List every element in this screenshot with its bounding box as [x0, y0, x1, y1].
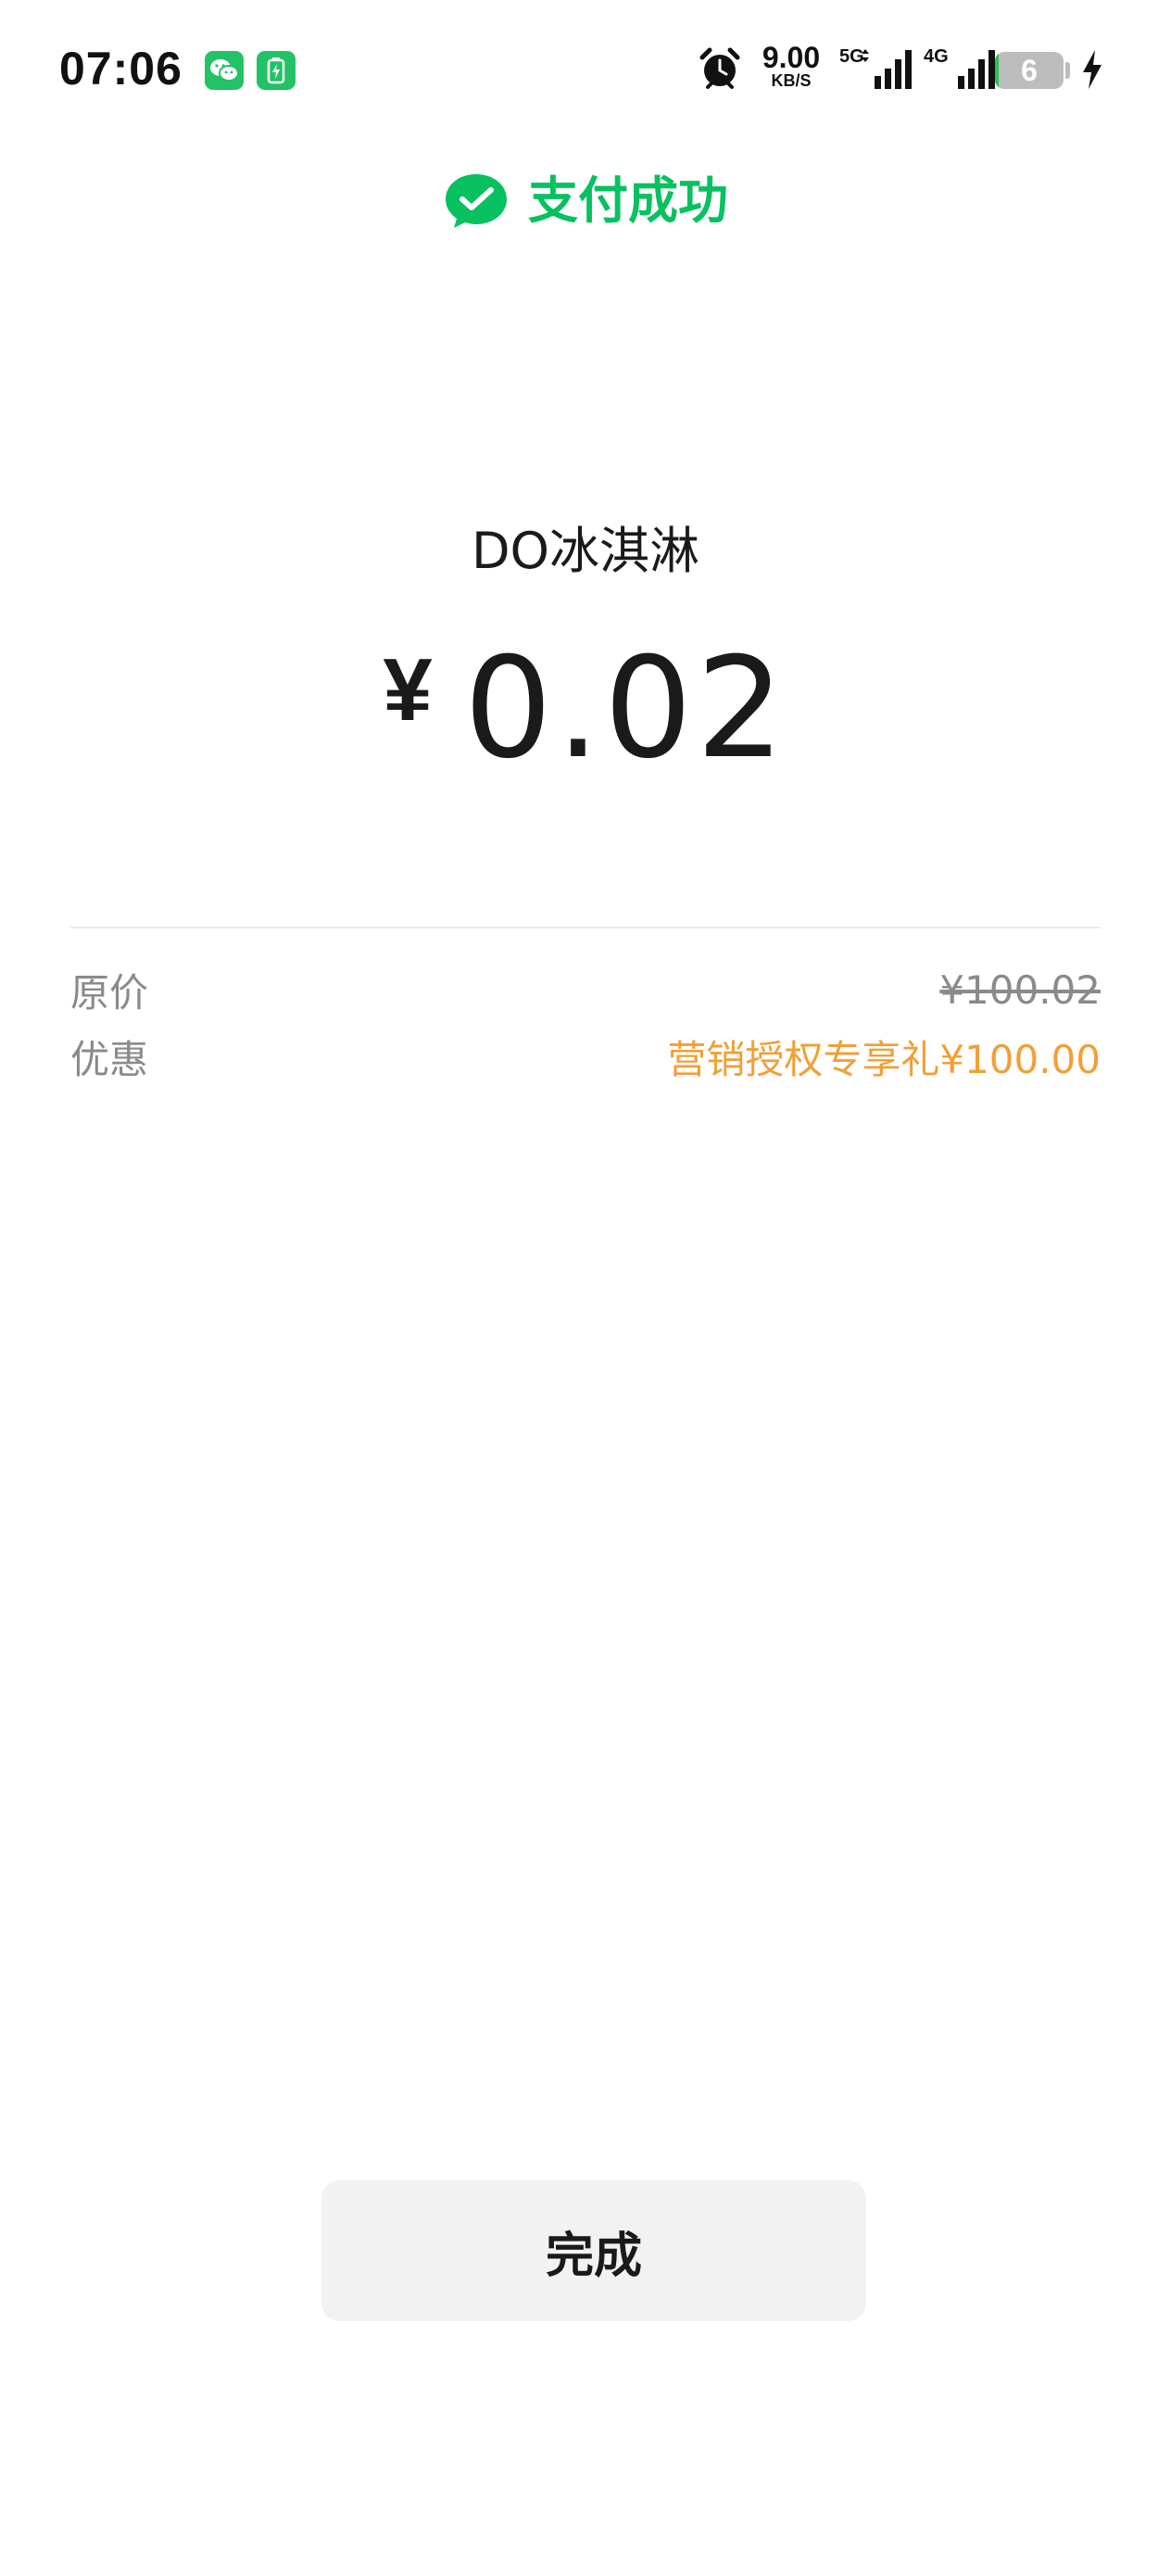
- discount-label: 优惠: [70, 1036, 149, 1082]
- battery-indicator: 6: [995, 52, 1064, 89]
- payment-amount: ¥ 0.02: [0, 630, 1171, 788]
- discount-row: 优惠 营销授权专享礼¥100.00: [70, 1029, 1101, 1084]
- payment-status-text: 支付成功: [528, 171, 728, 230]
- battery-tip: [1065, 62, 1070, 79]
- status-time: 07:06: [59, 43, 183, 95]
- status-bar: 07:06 9.00 KB/S 5G 4G 6: [0, 0, 1171, 139]
- alarm-icon: [699, 46, 741, 185]
- original-price-label: 原价: [70, 969, 149, 1016]
- merchant-name: DO冰淇淋: [471, 522, 700, 580]
- signal-icon: [862, 49, 912, 89]
- discount-value: 营销授权专享礼¥100.00: [667, 1036, 1101, 1082]
- network-speed-unit: KB/S: [771, 71, 812, 90]
- original-price-row: 原价 ¥100.02: [70, 962, 1101, 1017]
- signal-icon: [958, 50, 995, 89]
- currency-symbol: ¥: [383, 640, 433, 739]
- amount-value: 0.02: [463, 628, 788, 789]
- wechat-icon: [205, 51, 244, 90]
- network-speed: 9.00 KB/S: [758, 43, 825, 89]
- network-speed-value: 9.00: [762, 41, 821, 74]
- done-button[interactable]: 完成: [321, 2180, 866, 2321]
- charging-icon: [1083, 50, 1102, 89]
- wechat-pay-icon: [446, 174, 507, 228]
- original-price-value: ¥100.02: [939, 966, 1101, 1013]
- battery-saver-icon: [257, 51, 296, 90]
- battery-level: 6: [1021, 54, 1038, 87]
- payment-success-header: 支付成功: [0, 169, 1171, 234]
- divider: [70, 927, 1101, 928]
